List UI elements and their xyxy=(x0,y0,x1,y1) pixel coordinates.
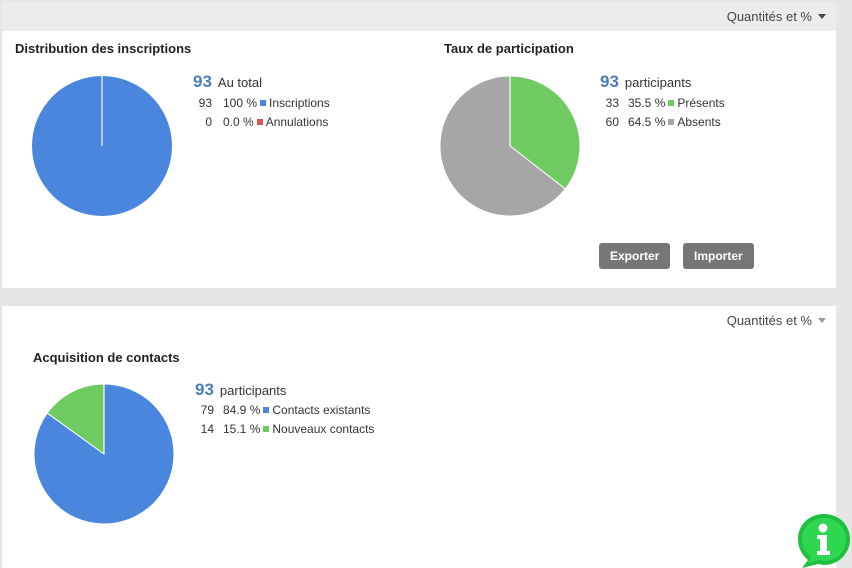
display-mode-dropdown[interactable]: Quantités et % xyxy=(727,313,826,328)
chart-legend: 79 84.9 % Contacts existants 14 15.1 % Nou… xyxy=(201,403,375,441)
total-label: participants xyxy=(219,383,287,398)
legend-row: 0 0.0 % Annulations xyxy=(205,115,330,134)
legend-label: Contacts existants xyxy=(272,403,371,417)
legend-swatch xyxy=(260,99,267,106)
chart-legend: 33 35.5 % Présents 60 64.5 % Absents xyxy=(606,96,725,134)
legend-swatch xyxy=(668,118,675,125)
legend-row: 14 15.1 % Nouveaux contacts xyxy=(201,422,375,441)
display-mode-label: Quantités et % xyxy=(726,9,812,24)
export-button[interactable]: Exporter xyxy=(599,243,671,269)
legend-label: Annulations xyxy=(265,115,329,129)
legend-swatch xyxy=(256,118,263,125)
total-count: 93 xyxy=(600,72,619,91)
display-mode-label: Quantités et % xyxy=(726,313,812,328)
total-label: participants xyxy=(624,75,692,90)
legend-percent: 100 % xyxy=(223,96,258,110)
chart-summary: 93 participants xyxy=(600,72,691,92)
legend-label: Inscriptions xyxy=(269,96,330,110)
chart-title-contacts: Acquisition de contacts xyxy=(33,350,180,365)
legend-percent: 64.5 % xyxy=(628,115,666,129)
caret-down-icon xyxy=(818,318,826,324)
total-count: 93 xyxy=(193,72,212,91)
legend-count: 0 xyxy=(205,115,212,129)
total-count: 93 xyxy=(195,380,214,399)
panel-toolbar: Quantités et % xyxy=(2,2,836,31)
legend-label: Nouveaux contacts xyxy=(272,422,375,436)
legend-row: 79 84.9 % Contacts existants xyxy=(201,403,374,422)
legend-count: 14 xyxy=(200,422,214,436)
legend-count: 93 xyxy=(198,96,212,110)
caret-down-icon xyxy=(818,14,826,20)
legend-count: 79 xyxy=(200,403,214,417)
legend-label: Absents xyxy=(677,115,721,129)
info-help-button[interactable] xyxy=(796,511,852,568)
legend-swatch xyxy=(263,425,270,432)
legend-swatch xyxy=(668,99,675,106)
stats-panel-bottom: Quantités et % Acquisition de contacts 9… xyxy=(2,306,836,568)
legend-row: 93 100 % Inscriptions xyxy=(199,96,330,115)
import-button[interactable]: Importer xyxy=(683,243,754,269)
legend-count: 33 xyxy=(605,96,619,110)
legend-swatch xyxy=(263,406,270,413)
total-label: Au total xyxy=(217,75,263,90)
pie-chart-participation xyxy=(439,75,581,217)
legend-row: 60 64.5 % Absents xyxy=(606,115,725,134)
legend-percent: 0.0 % xyxy=(223,115,254,129)
display-mode-dropdown[interactable]: Quantités et % xyxy=(727,9,826,24)
legend-percent: 15.1 % xyxy=(223,422,261,436)
info-icon xyxy=(798,514,850,568)
pie-chart-contacts xyxy=(33,383,175,525)
legend-percent: 35.5 % xyxy=(628,96,666,110)
pie-chart-registrations xyxy=(32,76,172,216)
chart-legend: 93 100 % Inscriptions 0 0.0 % Annulations xyxy=(199,96,330,134)
legend-label: Présents xyxy=(677,96,725,110)
legend-count: 60 xyxy=(605,115,619,129)
legend-percent: 84.9 % xyxy=(223,403,261,417)
chart-summary: 93 Au total xyxy=(193,72,262,92)
chart-title-participation: Taux de participation xyxy=(444,41,574,56)
chart-summary: 93 participants xyxy=(195,380,286,400)
legend-row: 33 35.5 % Présents xyxy=(606,96,725,115)
chart-title-registrations: Distribution des inscriptions xyxy=(15,41,192,56)
stats-panel-top: Quantités et % Distribution des inscript… xyxy=(2,2,836,288)
